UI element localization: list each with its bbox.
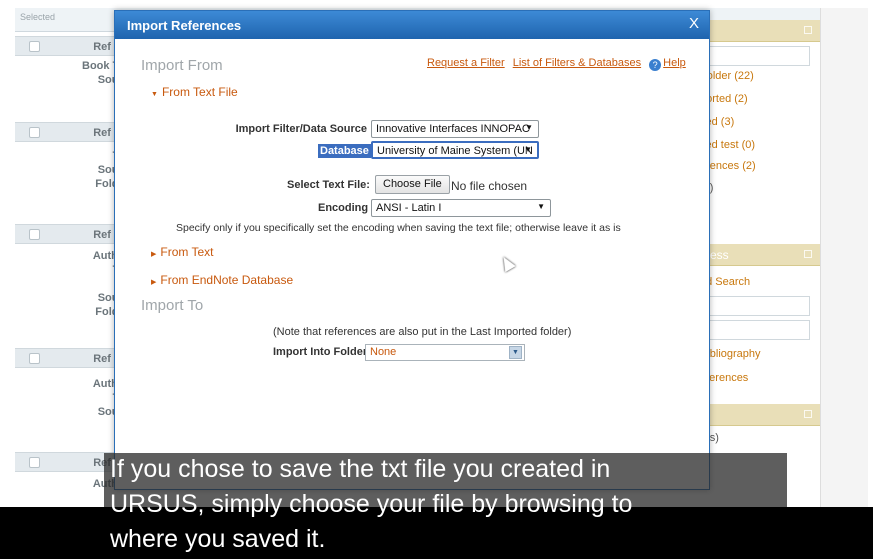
- tool-link[interactable]: ed Search: [700, 276, 810, 288]
- tools-panel-header: ess: [700, 244, 820, 266]
- from-endnote-toggle[interactable]: ▶ From EndNote Database: [151, 273, 293, 287]
- caption-line-1: If you chose to save the txt file you cr…: [110, 455, 611, 483]
- import-filter-label: Import Filter/Data Source: [235, 123, 367, 135]
- encoding-select[interactable]: ANSI - Latin I ▼: [371, 199, 551, 217]
- folder-box: [700, 46, 810, 66]
- row-checkbox[interactable]: [29, 127, 40, 138]
- folders-panel-header: [700, 20, 820, 42]
- import-into-folder-select[interactable]: None ▼: [365, 344, 525, 361]
- collapsed-arrow-icon: ▶: [151, 251, 157, 258]
- header-links: Request a Filter List of Filters & Datab…: [427, 57, 691, 71]
- folder-item[interactable]: (0): [700, 182, 810, 194]
- dropdown-arrow-icon: ▼: [524, 145, 532, 154]
- expanded-arrow-icon: ▼: [151, 91, 158, 98]
- encoding-label: Encoding: [318, 202, 369, 214]
- panel-header: [700, 404, 820, 426]
- tool-box: [700, 296, 810, 316]
- row-checkbox[interactable]: [29, 41, 40, 52]
- encoding-note: Specify only if you specifically set the…: [176, 222, 621, 234]
- folder-item[interactable]: Folder (22): [700, 70, 810, 82]
- selected-radio-label[interactable]: Selected: [20, 12, 55, 22]
- dialog-body: Import From Request a Filter List of Fil…: [115, 39, 709, 489]
- collapse-icon[interactable]: [804, 410, 812, 418]
- row-checkbox[interactable]: [29, 229, 40, 240]
- filters-databases-link[interactable]: List of Filters & Databases: [513, 57, 641, 69]
- select-file-label: Select Text File:: [287, 179, 370, 191]
- tool-box: [700, 320, 810, 340]
- row-checkbox[interactable]: [29, 457, 40, 468]
- from-text-toggle[interactable]: ▶ From Text: [151, 245, 214, 259]
- import-into-label: Import Into Folder: [273, 346, 368, 358]
- database-label: Database: [318, 144, 371, 158]
- import-from-heading: Import From: [141, 57, 223, 74]
- dialog-title-bar: Import References X: [115, 11, 709, 39]
- collapse-icon[interactable]: [804, 250, 812, 258]
- import-to-heading: Import To: [141, 297, 204, 314]
- choose-file-button[interactable]: Choose File: [375, 175, 450, 194]
- from-text-file-toggle[interactable]: ▼ From Text File: [151, 85, 238, 99]
- tool-link[interactable]: eferences: [700, 372, 810, 384]
- folder-item[interactable]: sed test (0): [700, 139, 810, 151]
- dialog-title: Import References: [127, 18, 242, 33]
- request-filter-link[interactable]: Request a Filter: [427, 57, 505, 69]
- right-gutter: [820, 8, 868, 538]
- tool-link[interactable]: Bibliography: [700, 348, 810, 360]
- help-icon[interactable]: ?: [649, 59, 662, 71]
- dropdown-arrow-icon: ▼: [525, 123, 533, 132]
- collapsed-arrow-icon: ▶: [151, 279, 157, 286]
- close-button[interactable]: X: [689, 15, 699, 32]
- import-filter-select[interactable]: Innovative Interfaces INNOPAC ▼: [371, 120, 539, 138]
- caption-line-3: where you saved it.: [110, 525, 326, 553]
- collapse-icon[interactable]: [804, 26, 812, 34]
- folder-item[interactable]: ported (2): [700, 93, 810, 105]
- import-to-note: (Note that references are also put in th…: [273, 326, 572, 338]
- endnote-web-app: Selected Ref ID Book Title Source Ref ID…: [0, 0, 873, 559]
- folder-item[interactable]: erences (2): [700, 160, 810, 172]
- tools-panel-title: ess: [710, 248, 729, 262]
- row-checkbox[interactable]: [29, 353, 40, 364]
- import-references-dialog: Import References X Import From Request …: [114, 10, 710, 490]
- folder-item[interactable]: sed (3): [700, 116, 810, 128]
- database-select[interactable]: University of Maine System (UN ▼: [371, 141, 539, 159]
- dropdown-arrow-icon: ▼: [537, 202, 545, 211]
- caption-line-2: URSUS, simply choose your file by browsi…: [110, 490, 633, 518]
- dropdown-arrow-icon: ▼: [509, 346, 522, 359]
- help-link[interactable]: Help: [663, 57, 686, 69]
- no-file-text: No file chosen: [451, 179, 528, 193]
- panel-item[interactable]: e(s): [700, 432, 810, 444]
